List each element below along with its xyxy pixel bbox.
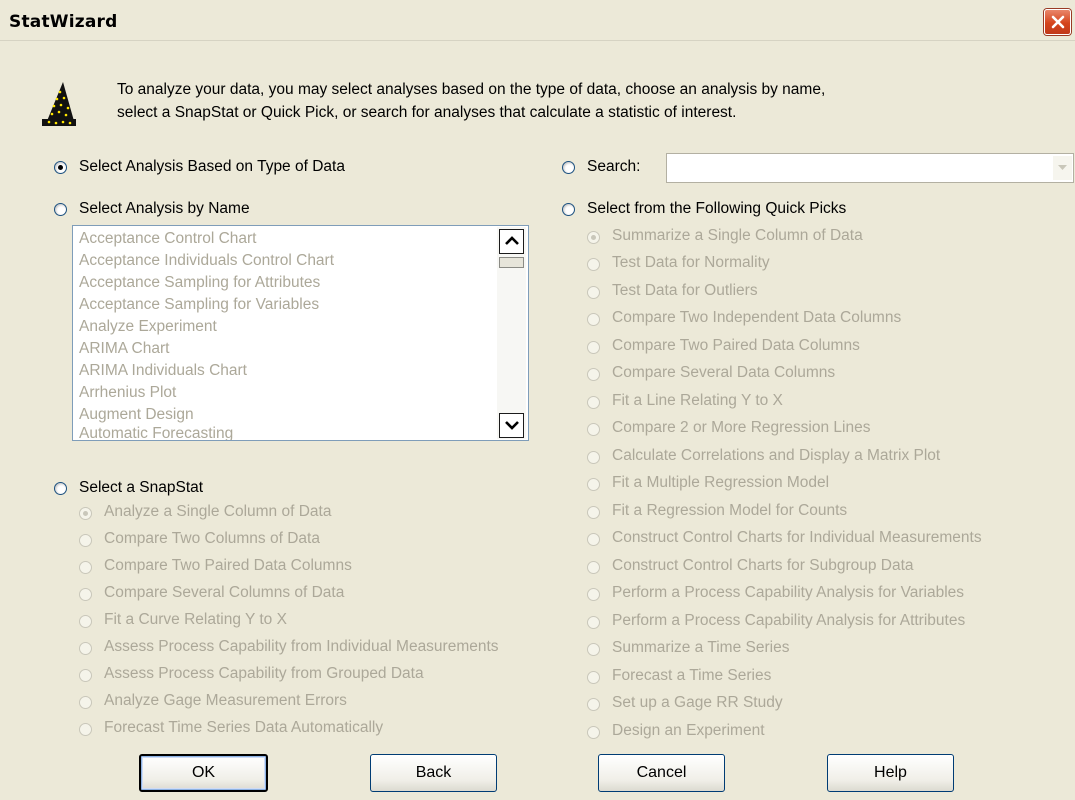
quick-pick-radio[interactable] (587, 451, 600, 464)
ok-button[interactable]: OK (139, 754, 268, 792)
snapstat-radio[interactable] (79, 615, 92, 628)
snapstat-radio[interactable] (79, 507, 92, 520)
list-item[interactable]: Acceptance Sampling for Variables (79, 296, 319, 314)
snapstat-radio[interactable] (79, 588, 92, 601)
help-button[interactable]: Help (827, 754, 954, 792)
snapstat-radio[interactable] (79, 561, 92, 574)
close-button[interactable] (1044, 9, 1071, 35)
quick-pick-label[interactable]: Compare Two Independent Data Columns (612, 309, 901, 327)
snapstat-radio[interactable] (79, 534, 92, 547)
snapstat-label[interactable]: Select a SnapStat (79, 479, 203, 497)
quick-picks-label[interactable]: Select from the Following Quick Picks (587, 200, 846, 218)
quick-pick-label[interactable]: Compare 2 or More Regression Lines (612, 419, 870, 437)
quick-pick-radio[interactable] (587, 396, 600, 409)
list-item[interactable]: Acceptance Sampling for Attributes (79, 274, 320, 292)
quick-pick-radio[interactable] (587, 286, 600, 299)
quick-pick-radio[interactable] (587, 313, 600, 326)
snapstat-option-label[interactable]: Assess Process Capability from Grouped D… (104, 665, 424, 683)
quick-pick-label[interactable]: Compare Several Data Columns (612, 364, 835, 382)
list-scrollbar[interactable] (497, 227, 526, 439)
list-item[interactable]: Arrhenius Plot (79, 384, 176, 402)
search-dropdown-button[interactable] (1053, 156, 1072, 180)
list-item[interactable]: Automatic Forecasting (79, 425, 233, 440)
snapstat-option-label[interactable]: Compare Two Paired Data Columns (104, 557, 352, 575)
intro-text-line-1: To analyze your data, you may select ana… (117, 81, 826, 98)
window-title: StatWizard (9, 12, 118, 32)
snapstat-option-label[interactable]: Fit a Curve Relating Y to X (104, 611, 287, 629)
quick-pick-label[interactable]: Perform a Process Capability Analysis fo… (612, 584, 964, 602)
quick-pick-label[interactable]: Construct Control Charts for Subgroup Da… (612, 557, 914, 575)
chevron-down-icon (505, 421, 519, 430)
type-of-data-radio[interactable] (54, 161, 67, 174)
search-radio[interactable] (562, 161, 575, 174)
quick-pick-radio[interactable] (587, 341, 600, 354)
quick-pick-label[interactable]: Fit a Multiple Regression Model (612, 474, 829, 492)
quick-pick-label[interactable]: Construct Control Charts for Individual … (612, 529, 982, 547)
quick-pick-radio[interactable] (587, 671, 600, 684)
list-item[interactable]: ARIMA Chart (79, 340, 169, 358)
quick-pick-label[interactable]: Perform a Process Capability Analysis fo… (612, 612, 965, 630)
snapstat-option-label[interactable]: Compare Two Columns of Data (104, 530, 320, 548)
quick-pick-radio[interactable] (587, 478, 600, 491)
snapstat-option-label[interactable]: Analyze a Single Column of Data (104, 503, 331, 521)
quick-pick-label[interactable]: Set up a Gage RR Study (612, 694, 783, 712)
quick-pick-radio[interactable] (587, 698, 600, 711)
snapstat-radio[interactable] (79, 696, 92, 709)
title-bar (0, 0, 1075, 41)
list-item[interactable]: Acceptance Control Chart (79, 230, 256, 248)
snapstat-option-label[interactable]: Compare Several Columns of Data (104, 584, 344, 602)
quick-pick-label[interactable]: Compare Two Paired Data Columns (612, 337, 860, 355)
list-item[interactable]: Augment Design (79, 406, 194, 424)
close-icon (1051, 15, 1065, 29)
snapstat-option-label[interactable]: Analyze Gage Measurement Errors (104, 692, 347, 710)
list-item[interactable]: ARIMA Individuals Chart (79, 362, 247, 380)
quick-pick-radio[interactable] (587, 533, 600, 546)
quick-pick-radio[interactable] (587, 368, 600, 381)
quick-pick-radio[interactable] (587, 258, 600, 271)
chevron-down-icon (1058, 165, 1067, 170)
analysis-name-list[interactable]: Acceptance Control Chart Acceptance Indi… (72, 225, 529, 441)
wizard-hat-icon (41, 81, 77, 131)
snapstat-radio[interactable] (79, 642, 92, 655)
quick-pick-label[interactable]: Fit a Line Relating Y to X (612, 392, 783, 410)
quick-pick-radio[interactable] (587, 506, 600, 519)
quick-pick-radio[interactable] (587, 616, 600, 629)
quick-pick-label[interactable]: Design an Experiment (612, 722, 765, 740)
quick-pick-label[interactable]: Forecast a Time Series (612, 667, 771, 685)
quick-pick-label[interactable]: Summarize a Single Column of Data (612, 227, 863, 245)
quick-pick-radio[interactable] (587, 726, 600, 739)
snapstat-radio[interactable] (79, 723, 92, 736)
scroll-up-button[interactable] (499, 229, 524, 254)
back-button[interactable]: Back (370, 754, 497, 792)
snapstat-option-label[interactable]: Assess Process Capability from Individua… (104, 638, 499, 656)
quick-pick-radio[interactable] (587, 588, 600, 601)
quick-pick-label[interactable]: Fit a Regression Model for Counts (612, 502, 847, 520)
chevron-up-icon (505, 236, 519, 245)
search-combo[interactable] (666, 153, 1074, 183)
snapstat-option-label[interactable]: Forecast Time Series Data Automatically (104, 719, 383, 737)
type-of-data-label[interactable]: Select Analysis Based on Type of Data (79, 158, 345, 176)
search-label[interactable]: Search: (587, 158, 640, 176)
intro-text-line-2: select a SnapStat or Quick Pick, or sear… (117, 104, 737, 121)
scroll-thumb[interactable] (499, 257, 524, 268)
list-item[interactable]: Analyze Experiment (79, 318, 217, 336)
quick-pick-label[interactable]: Test Data for Normality (612, 254, 770, 272)
by-name-radio[interactable] (54, 203, 67, 216)
quick-pick-label[interactable]: Summarize a Time Series (612, 639, 789, 657)
quick-pick-label[interactable]: Calculate Correlations and Display a Mat… (612, 447, 940, 465)
snapstat-radio[interactable] (79, 669, 92, 682)
snapstat-radio[interactable] (54, 482, 67, 495)
cancel-button[interactable]: Cancel (598, 754, 725, 792)
quick-pick-label[interactable]: Test Data for Outliers (612, 282, 758, 300)
quick-pick-radio[interactable] (587, 423, 600, 436)
quick-pick-radio[interactable] (587, 231, 600, 244)
list-item[interactable]: Acceptance Individuals Control Chart (79, 252, 334, 270)
quick-pick-radio[interactable] (587, 561, 600, 574)
by-name-label[interactable]: Select Analysis by Name (79, 200, 250, 218)
quick-pick-radio[interactable] (587, 643, 600, 656)
scroll-down-button[interactable] (499, 413, 524, 438)
quick-picks-radio[interactable] (562, 203, 575, 216)
